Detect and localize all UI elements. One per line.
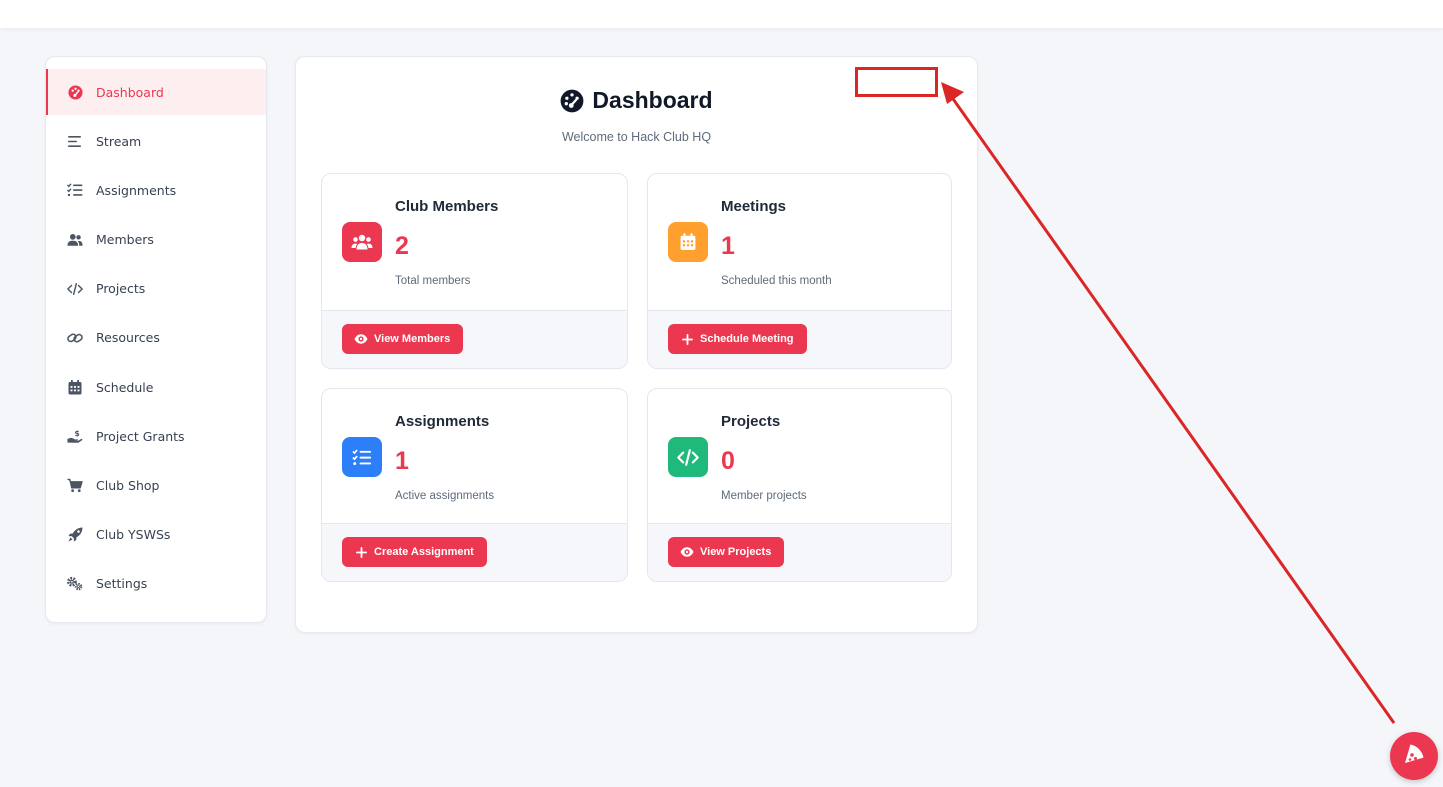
create-assignment-button[interactable]: Create Assignment (342, 537, 487, 567)
top-bar (0, 0, 1443, 28)
stat-card-assignments: Assignments 1 Active assignments Create … (321, 388, 628, 582)
sidebar-item-project-grants[interactable]: $ Project Grants (46, 413, 266, 459)
eye-icon (680, 545, 694, 559)
sidebar-item-label: Schedule (96, 379, 154, 395)
sidebar-item-settings[interactable]: Settings (46, 561, 266, 607)
sidebar-item-label: Club YSWSs (96, 527, 171, 543)
view-projects-button[interactable]: View Projects (668, 537, 785, 567)
annotation-highlight-box (855, 67, 938, 97)
card-value: 0 (721, 447, 735, 475)
checklist-icon (67, 182, 83, 198)
sidebar-item-label: Club Shop (96, 478, 160, 493)
card-title: Projects (721, 413, 781, 430)
pizza-fab-button[interactable] (1390, 732, 1438, 780)
schedule-meeting-button[interactable]: Schedule Meeting (668, 324, 807, 354)
page-subtitle: Welcome to Hack Club HQ (561, 130, 712, 144)
dashboard-gauge-icon (560, 89, 584, 113)
sidebar-item-club-shop[interactable]: Club Shop (46, 463, 266, 509)
dashboard-panel: Dashboard Welcome to Hack Club HQ Club M… (295, 56, 978, 633)
stat-card-club-members: Club Members 2 Total members View Member… (321, 173, 628, 369)
card-title: Assignments (395, 413, 490, 430)
calendar-icon (668, 222, 708, 262)
code-icon (67, 281, 83, 297)
button-label: View Members (374, 333, 451, 345)
calendar-icon (67, 379, 83, 395)
card-footer: View Projects (648, 523, 951, 581)
sidebar-item-stream[interactable]: Stream (46, 118, 266, 164)
card-footer: View Members (322, 310, 627, 368)
view-members-button[interactable]: View Members (342, 324, 464, 354)
sidebar-item-label: Resources (96, 330, 160, 346)
sidebar-item-dashboard[interactable]: Dashboard (46, 69, 266, 115)
card-value: 2 (395, 232, 409, 260)
page-title-text: Dashboard (592, 87, 713, 113)
plus-icon (354, 545, 368, 559)
card-title: Meetings (721, 198, 787, 215)
dashboard-gauge-icon (67, 84, 83, 100)
hand-dollar-icon: $ (67, 428, 83, 444)
gears-icon (67, 576, 83, 592)
card-caption: Active assignments (395, 490, 495, 502)
card-caption: Member projects (721, 490, 807, 502)
sidebar-item-label: Members (96, 232, 154, 248)
button-label: Schedule Meeting (700, 333, 794, 345)
link-icon (67, 330, 83, 346)
checklist-icon (342, 437, 382, 477)
code-icon (668, 437, 708, 477)
sidebar-item-projects[interactable]: Projects (46, 266, 266, 312)
users-icon (342, 222, 382, 262)
card-title: Club Members (395, 198, 499, 215)
stat-card-projects: Projects 0 Member projects View Projects (647, 388, 952, 582)
card-body: Club Members 2 Total members (322, 174, 627, 311)
sidebar-item-schedule[interactable]: Schedule (46, 364, 266, 410)
sidebar-item-members[interactable]: Members (46, 217, 266, 263)
sidebar-item-resources[interactable]: Resources (46, 315, 266, 361)
card-footer: Schedule Meeting (648, 310, 951, 368)
pizza-icon (1403, 743, 1425, 770)
button-label: View Projects (700, 546, 772, 558)
sidebar-item-label: Settings (96, 576, 148, 592)
stream-lines-icon (67, 133, 83, 149)
plus-icon (680, 332, 694, 346)
sidebar-item-label: Assignments (96, 182, 177, 198)
card-body: Meetings 1 Scheduled this month (648, 174, 951, 311)
sidebar-item-label: Projects (96, 281, 146, 297)
card-body: Assignments 1 Active assignments (322, 389, 627, 526)
card-caption: Scheduled this month (721, 275, 832, 287)
stat-card-meetings: Meetings 1 Scheduled this month Schedule… (647, 173, 952, 369)
button-label: Create Assignment (374, 546, 474, 558)
rocket-icon (67, 527, 83, 543)
svg-text:$: $ (75, 429, 80, 438)
card-caption: Total members (395, 275, 471, 287)
users-icon (67, 232, 83, 248)
sidebar-item-club-yswss[interactable]: Club YSWSs (46, 512, 266, 558)
cart-icon (67, 478, 83, 494)
sidebar-item-assignments[interactable]: Assignments (46, 167, 266, 213)
card-body: Projects 0 Member projects (648, 389, 951, 526)
sidebar-item-label: Project Grants (96, 428, 185, 444)
eye-icon (354, 332, 368, 346)
card-value: 1 (721, 232, 735, 260)
card-value: 1 (395, 447, 409, 475)
sidebar-item-label: Stream (96, 133, 142, 149)
sidebar: Dashboard Stream Assignments Members Pro… (45, 56, 267, 623)
sidebar-item-label: Dashboard (96, 84, 164, 100)
card-footer: Create Assignment (322, 523, 627, 581)
